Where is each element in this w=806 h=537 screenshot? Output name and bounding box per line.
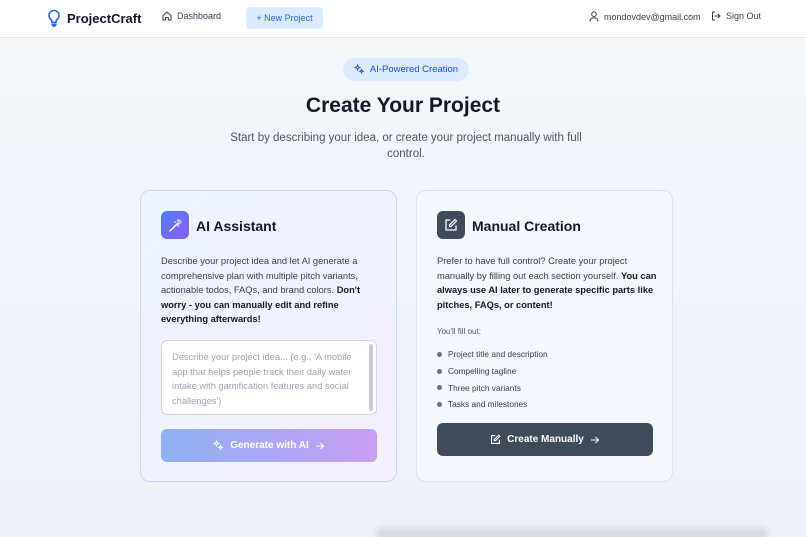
list-item-label: Compelling tagline <box>448 366 517 377</box>
bottom-shadow <box>376 528 768 537</box>
list-item: Tasks and milestones <box>437 396 548 413</box>
brand-name: ProjectCraft <box>67 10 142 26</box>
textarea-scrollbar[interactable] <box>369 344 373 411</box>
sparkles-icon <box>213 440 224 451</box>
arrow-right-icon <box>315 441 325 451</box>
sign-out-button[interactable]: Sign Out <box>711 11 761 21</box>
manual-desc-text: Prefer to have full control? Create your… <box>437 256 628 281</box>
magic-wand-icon <box>161 211 189 239</box>
project-idea-textarea[interactable]: Describe your project idea... (e.g., 'A … <box>161 340 377 415</box>
sign-out-icon <box>711 11 721 21</box>
brand-logo[interactable]: ProjectCraft <box>47 9 141 27</box>
list-item: Project title and description <box>437 346 548 363</box>
ai-desc-text: Describe your project idea and let AI ge… <box>161 256 358 296</box>
generate-with-ai-button[interactable]: Generate with AI <box>161 429 377 462</box>
ai-card-description: Describe your project idea and let AI ge… <box>161 254 383 327</box>
nav-dashboard-link[interactable]: Dashboard <box>162 11 221 21</box>
list-item: Three pitch variants <box>437 379 548 396</box>
ai-powered-badge: AI-Powered Creation <box>343 58 469 81</box>
sign-out-label: Sign Out <box>726 11 762 21</box>
top-nav-bar: ProjectCraft Dashboard + New Project mon… <box>0 0 806 38</box>
create-manually-label: Create Manually <box>507 434 584 445</box>
new-project-button[interactable]: + New Project <box>246 7 323 29</box>
edit-icon <box>437 211 465 239</box>
fill-out-label: You'll fill out: <box>437 327 481 336</box>
fill-out-list: Project title and description Compelling… <box>437 346 548 413</box>
badge-label: AI-Powered Creation <box>369 64 459 75</box>
home-icon <box>162 11 172 21</box>
arrow-right-icon <box>590 435 600 445</box>
user-account[interactable]: mondovdev@gmail.com <box>589 11 701 22</box>
generate-button-label: Generate with AI <box>230 440 309 451</box>
manual-creation-card: Manual Creation Prefer to have full cont… <box>416 190 673 482</box>
create-manually-button[interactable]: Create Manually <box>437 423 653 456</box>
bullet-icon <box>437 385 442 391</box>
manual-card-description: Prefer to have full control? Create your… <box>437 254 659 312</box>
user-icon <box>589 11 599 22</box>
list-item: Compelling tagline <box>437 363 548 380</box>
page-subtitle: Start by describing your idea, or create… <box>230 132 582 160</box>
page-title: Create Your Project <box>305 94 501 117</box>
bullet-icon <box>437 401 442 407</box>
bullet-icon <box>437 351 442 357</box>
ai-card-title: AI Assistant <box>196 218 277 234</box>
user-email: mondovdev@gmail.com <box>604 11 701 22</box>
ai-assistant-card: AI Assistant Describe your project idea … <box>140 190 397 482</box>
sparkles-icon <box>353 64 365 75</box>
lightbulb-icon <box>47 9 61 27</box>
nav-dashboard-label: Dashboard <box>177 11 222 21</box>
bullet-icon <box>437 368 442 374</box>
new-project-label: + New Project <box>256 13 313 23</box>
manual-card-title: Manual Creation <box>472 218 581 234</box>
list-item-label: Project title and description <box>448 349 548 360</box>
list-item-label: Three pitch variants <box>448 382 521 393</box>
list-item-label: Tasks and milestones <box>448 399 528 410</box>
textarea-placeholder: Describe your project idea... (e.g., 'A … <box>172 352 352 406</box>
edit-icon <box>490 434 501 445</box>
